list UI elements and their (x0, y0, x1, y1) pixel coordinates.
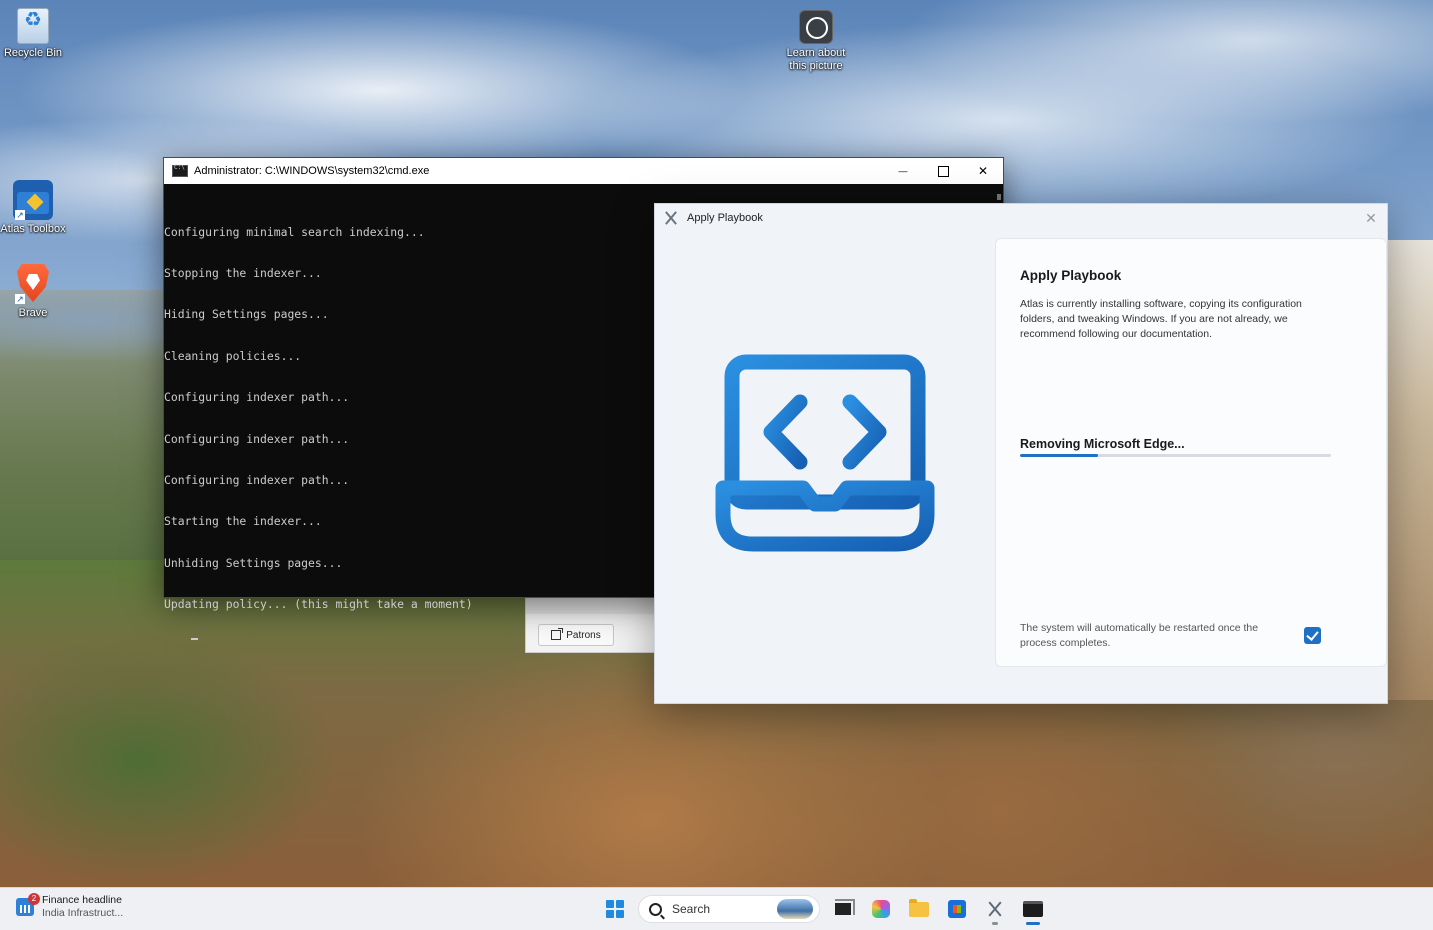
windows-logo-pane (606, 910, 614, 918)
taskbar-center: Search (600, 893, 1048, 925)
recycle-bin-icon (17, 8, 49, 44)
search-label: Search (672, 902, 711, 916)
taskbar: 2 Finance headline India Infrastruct... … (0, 887, 1433, 930)
minimize-button[interactable]: — (883, 158, 923, 184)
playbook-progress-bar (1020, 454, 1331, 457)
microsoft-365-button[interactable] (866, 894, 896, 924)
task-view-button[interactable] (828, 894, 858, 924)
console-cursor (191, 637, 199, 640)
widget-text: Finance headline India Infrastruct... (42, 894, 123, 920)
windows-logo-pane (616, 900, 624, 908)
playbook-window-title: Apply Playbook (687, 212, 763, 224)
finance-chart-icon: 2 (16, 893, 40, 916)
atlas-logo-icon (663, 210, 679, 226)
wallpaper-building (1385, 240, 1433, 700)
desktop-icon-recycle-bin[interactable]: Recycle Bin (0, 8, 68, 60)
restart-checkbox[interactable] (1304, 627, 1321, 644)
file-explorer-button[interactable] (904, 894, 934, 924)
desktop-icon-brave[interactable]: ↗ Brave (0, 264, 68, 320)
terminal-icon (1023, 901, 1043, 917)
microsoft-365-icon (872, 900, 890, 918)
shortcut-arrow-icon: ↗ (15, 210, 25, 220)
microsoft-store-button[interactable] (942, 894, 972, 924)
playbook-progress-panel: Apply Playbook Atlas is currently instal… (995, 238, 1387, 667)
cmd-window-title: Administrator: C:\WINDOWS\system32\cmd.e… (194, 165, 430, 177)
playbook-description: Atlas is currently installing software, … (1020, 298, 1302, 340)
brave-lion-icon: ↗ (13, 264, 53, 304)
desktop-icon-label: Learn about this picture (786, 47, 846, 72)
playbook-progress-fill (1020, 454, 1098, 457)
running-indicator (992, 922, 998, 925)
playbook-heading: Apply Playbook (1020, 268, 1122, 283)
apply-playbook-window[interactable]: Apply Playbook ✕ Apply Playbook Atlas is… (654, 203, 1388, 704)
notification-badge: 2 (28, 893, 40, 905)
close-button[interactable]: ✕ (963, 158, 1003, 184)
search-highlight-icon (777, 899, 813, 919)
maximize-button[interactable] (923, 158, 963, 184)
restart-note: The system will automatically be restart… (1020, 622, 1259, 649)
playbook-status: Removing Microsoft Edge... (1020, 437, 1185, 451)
close-icon: ✕ (1365, 209, 1377, 226)
minimize-icon: — (898, 166, 908, 176)
desktop-icon-label: Atlas Toolbox (0, 223, 66, 235)
widget-subtitle: India Infrastruct... (42, 907, 124, 919)
maximize-icon (937, 165, 949, 177)
laptop-code-icon (715, 354, 935, 552)
terminal-taskbar-button[interactable] (1018, 894, 1048, 925)
store-icon (948, 900, 966, 918)
taskbar-search[interactable]: Search (638, 895, 820, 923)
playbook-titlebar[interactable]: Apply Playbook ✕ (655, 204, 1387, 232)
start-button[interactable] (600, 894, 630, 924)
atlas-logo-icon (986, 900, 1004, 918)
windows-logo-pane (606, 900, 614, 908)
widget-title: Finance headline (42, 894, 122, 906)
atlas-toolbox-icon: ↗ (13, 180, 53, 220)
desktop-icon-atlas-toolbox[interactable]: ↗ Atlas Toolbox (0, 180, 68, 236)
folder-icon (909, 898, 929, 917)
active-indicator (1026, 922, 1040, 925)
cmd-titlebar[interactable]: Administrator: C:\WINDOWS\system32\cmd.e… (164, 158, 1003, 184)
widgets-button[interactable]: 2 Finance headline India Infrastruct... (16, 893, 123, 920)
desktop-icon-label: Brave (18, 307, 48, 319)
shortcut-arrow-icon: ↗ (15, 294, 25, 304)
atlas-playbook-taskbar-button[interactable] (980, 894, 1010, 925)
desktop-icon-learn-about-picture[interactable]: Learn about this picture (781, 10, 851, 73)
playbook-close-button[interactable]: ✕ (1355, 210, 1387, 227)
windows-logo-pane (616, 910, 624, 918)
search-icon (649, 902, 662, 916)
cmd-scrollbar[interactable] (997, 194, 1001, 200)
camera-info-icon (799, 10, 833, 44)
close-icon: ✕ (977, 164, 989, 178)
task-view-icon (833, 901, 853, 917)
cmd-app-icon[interactable] (172, 164, 188, 177)
desktop-icon-label: Recycle Bin (3, 47, 63, 59)
